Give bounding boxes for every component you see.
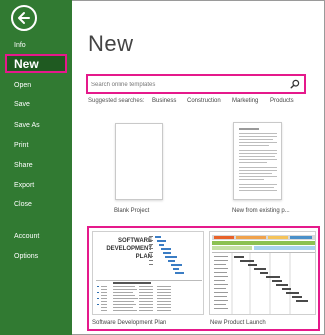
nav-options[interactable]: Options [14,253,38,260]
nav-save-as[interactable]: Save As [14,122,40,129]
document-lines-graphic [239,128,277,191]
suggested-link-products[interactable]: Products [270,98,294,104]
template-new-product-launch-label[interactable]: New Product Launch [210,320,266,326]
nav-new-label: New [14,57,39,71]
template-blank-project-label[interactable]: Blank Project [114,208,149,214]
backstage-sidebar: Info New Open Save Save As Print Share E… [0,0,72,335]
template-software-development-plan-label[interactable]: Software Development Plan [92,320,166,326]
search-input[interactable] [91,79,281,90]
template-new-from-existing-thumbnail[interactable] [233,122,282,200]
nav-save[interactable]: Save [14,101,30,108]
nav-close[interactable]: Close [14,201,32,208]
template-software-development-plan-thumbnail[interactable]: SOFTWARE DEVELOPMENT PLAN [92,231,204,315]
suggested-searches-label: Suggested searches: [88,98,145,104]
page-title: New [88,31,134,56]
suggested-link-construction[interactable]: Construction [187,98,221,104]
template-new-product-launch-thumbnail[interactable] [209,231,316,315]
nav-print[interactable]: Print [14,142,28,149]
nav-info[interactable]: Info [14,42,26,49]
nav-export[interactable]: Export [14,182,34,189]
search-box [86,74,306,94]
template-blank-project-thumbnail[interactable] [115,123,163,200]
search-icon[interactable] [290,79,300,89]
suggested-link-business[interactable]: Business [152,98,176,104]
nav-account[interactable]: Account [14,233,39,240]
nav-new[interactable]: New [5,54,67,73]
back-arrow-icon [18,12,30,24]
npl-timeline-graphic [212,235,315,314]
suggested-link-marketing[interactable]: Marketing [232,98,258,104]
template-new-from-existing-label[interactable]: New from existing p... [232,208,290,214]
back-button[interactable] [11,5,37,31]
nav-share[interactable]: Share [14,162,33,169]
sdp-gantt-graphic [96,236,202,311]
nav-open[interactable]: Open [14,82,31,89]
